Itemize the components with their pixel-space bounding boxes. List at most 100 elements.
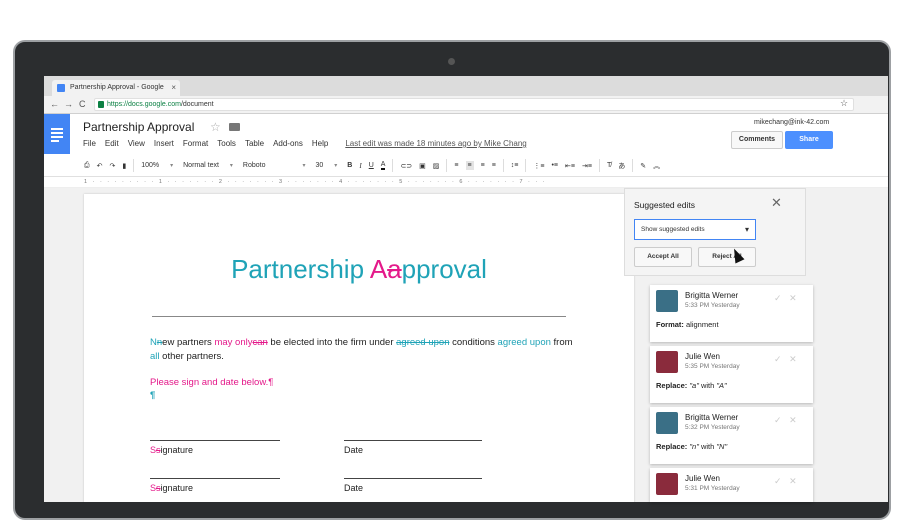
signature-line [150,478,280,479]
align-center-icon[interactable]: ≡ [465,161,474,170]
comment-icon[interactable]: ▣ [419,162,426,170]
suggested-insertion[interactable]: may only [214,337,252,348]
menu-help[interactable]: Help [312,139,328,148]
undo-icon[interactable]: ↶ [97,162,103,170]
menu-view[interactable]: View [128,139,145,148]
suggested-insertion[interactable]: agreed upon [498,337,551,348]
date-label[interactable]: Date [344,483,363,493]
toolbar-divider [598,159,600,172]
increase-indent-icon[interactable]: ⇥≡ [582,162,592,170]
italic-button[interactable]: I [359,162,361,170]
suggestion-card[interactable]: Julie Wen 5:35 PM Yesterday ✓ ✕ Replace:… [650,346,813,403]
menu-edit[interactable]: Edit [105,139,119,148]
font-size-select[interactable]: 30 [316,162,338,169]
decrease-indent-icon[interactable]: ⇤≡ [565,162,575,170]
accept-check-icon[interactable]: ✓ [774,415,782,425]
align-right-icon[interactable]: ≡ [481,162,485,169]
sign-instruction[interactable]: Please sign and date below.¶ [150,377,273,388]
body-paragraph[interactable]: Nnew partners may onlycan be elected int… [150,336,580,364]
suggested-insertion[interactable]: N [150,337,157,348]
share-button[interactable]: Share [785,131,833,149]
editing-mode-pencil-icon[interactable]: ✎ [640,162,646,170]
close-icon[interactable]: ✕ [771,195,782,211]
suggestion-card[interactable]: Brigitta Werner 5:33 PM Yesterday ✓ ✕ Fo… [650,285,813,342]
underline-button[interactable]: U [369,162,374,169]
menu-format[interactable]: Format [183,139,208,148]
back-icon[interactable]: ← [50,99,59,109]
forward-icon[interactable]: → [64,99,73,109]
justify-icon[interactable]: ≡ [492,162,496,169]
docs-favicon-icon [57,84,65,92]
suggestion-card[interactable]: Brigitta Werner 5:32 PM Yesterday ✓ ✕ Re… [650,407,813,464]
browser-tab[interactable]: Partnership Approval - Google × [52,80,180,96]
reject-x-icon[interactable]: ✕ [789,354,797,364]
menu-addons[interactable]: Add-ons [273,139,303,148]
docs-home-icon[interactable] [44,114,70,154]
collapse-chevron-icon[interactable]: ︽ [653,161,660,171]
accept-check-icon[interactable]: ✓ [774,476,782,486]
document-page[interactable]: Partnership Aapproval Nnew partners may … [84,194,634,502]
card-author: Julie Wen [685,352,720,361]
style-select[interactable]: Normal text [183,162,233,169]
bulleted-list-icon[interactable]: •≡ [551,162,558,169]
document-heading[interactable]: Partnership Aapproval [84,254,634,285]
url-input[interactable]: https://docs.google.com/document [94,98,854,111]
suggestion-card[interactable]: Julie Wen 5:31 PM Yesterday ✓ ✕ [650,468,813,502]
text-color-button[interactable]: A [380,161,386,170]
card-description: Replace: "a" with "A" [656,381,727,390]
star-icon[interactable]: ☆ [210,120,221,134]
clear-formatting-icon[interactable]: T̸ [607,162,611,169]
line-spacing-icon[interactable]: ↕≡ [511,162,519,169]
suggested-deletion[interactable]: can [252,337,267,348]
document-title[interactable]: Partnership Approval [83,120,194,134]
redo-icon[interactable]: ↷ [109,162,115,170]
formatting-toolbar: ⎙ ↶ ↷ ▮ 100% Normal text Roboto 30 B I U… [44,155,888,177]
suggested-deletion[interactable]: agreed upon [396,337,449,348]
accept-all-button[interactable]: Accept All [634,247,692,267]
suggested-deletion[interactable]: a [387,254,401,284]
paint-format-icon[interactable]: ▮ [122,162,126,170]
date-label[interactable]: Date [344,445,363,455]
bold-button[interactable]: B [347,162,352,169]
menu-tools[interactable]: Tools [217,139,236,148]
input-tools-icon[interactable]: あ [618,161,625,171]
lock-icon [98,101,104,108]
accept-check-icon[interactable]: ✓ [774,293,782,303]
paragraph-text: other partners. [159,351,224,362]
reject-x-icon[interactable]: ✕ [789,415,797,425]
comments-button[interactable]: Comments [731,131,783,149]
reject-x-icon[interactable]: ✕ [789,476,797,486]
accept-check-icon[interactable]: ✓ [774,354,782,364]
link-icon[interactable]: ⊂⊃ [400,162,412,170]
reject-all-button[interactable]: Reject All [698,247,756,267]
font-select[interactable]: Roboto [243,162,306,169]
suggested-edits-select[interactable]: Show suggested edits ▾ [634,219,756,240]
folder-icon[interactable] [229,123,240,131]
bookmark-star-icon[interactable]: ☆ [840,98,848,109]
caret-down-icon: ▾ [744,225,749,234]
zoom-select[interactable]: 100% [141,162,173,169]
paragraph-text: conditions [449,337,498,348]
reload-icon[interactable]: C [79,99,86,109]
horizontal-rule [152,316,566,317]
menu-file[interactable]: File [83,139,96,148]
card-to: "A" [716,381,727,390]
suggested-insertion[interactable]: A [370,254,387,284]
user-email[interactable]: mikechang@ink-42.com [754,119,829,126]
last-edit-link[interactable]: Last edit was made 18 minutes ago by Mik… [345,139,526,148]
align-left-icon[interactable]: ≡ [454,162,458,169]
ruler[interactable]: 1 · · · · · · · · · 1 · · · · · · · 2 · … [44,177,888,188]
menu-insert[interactable]: Insert [154,139,174,148]
card-with: with [698,442,717,451]
select-value: Show suggested edits [641,226,705,233]
signature-label[interactable]: Ssignature [150,445,193,455]
print-icon[interactable]: ⎙ [84,162,90,170]
numbered-list-icon[interactable]: ⋮≡ [533,162,544,170]
signature-label[interactable]: Ssignature [150,483,193,493]
image-icon[interactable]: ▨ [433,162,440,170]
menu-table[interactable]: Table [245,139,264,148]
suggested-insertion[interactable]: all [150,351,160,362]
reject-x-icon[interactable]: ✕ [789,293,797,303]
tab-close-icon[interactable]: × [171,83,176,92]
menu-bar: File Edit View Insert Format Tools Table… [83,139,527,148]
